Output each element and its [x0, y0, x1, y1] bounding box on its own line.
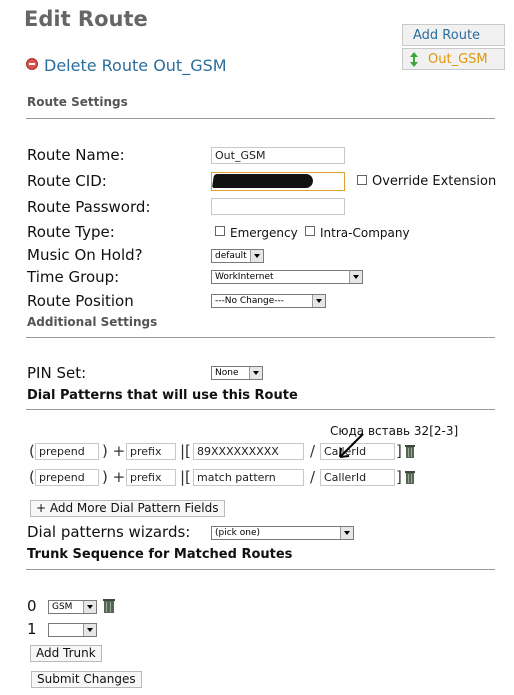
emergency-label: Emergency — [230, 226, 298, 240]
section-additional-settings: Additional Settings — [27, 315, 158, 329]
chevron-down-icon — [83, 624, 96, 636]
time-group-value: WorkInternet — [215, 272, 274, 282]
prepend-input[interactable] — [35, 469, 99, 486]
trunk-select[interactable]: GSM — [48, 600, 97, 614]
prepend-input[interactable] — [35, 443, 99, 460]
pin-set-value: None — [215, 368, 239, 378]
route-password-input[interactable] — [211, 198, 345, 215]
dial-patterns-wizard-select[interactable]: (pick one) — [211, 526, 354, 540]
divider — [26, 118, 495, 119]
pattern-separator: |[ — [180, 442, 191, 460]
prefix-input[interactable] — [126, 443, 176, 460]
time-group-select[interactable]: WorkInternet — [211, 270, 363, 284]
trunk-index: 1 — [27, 620, 37, 638]
route-name-input[interactable] — [211, 147, 345, 164]
add-route-link[interactable]: Add Route — [402, 24, 505, 46]
add-route-label: Add Route — [413, 28, 481, 43]
callerid-input[interactable] — [320, 469, 395, 486]
delete-route-link[interactable]: Delete Route Out_GSM — [26, 56, 227, 75]
pattern-open-paren: ( — [29, 442, 35, 460]
route-password-label: Route Password: — [27, 198, 151, 216]
chevron-down-icon — [349, 271, 362, 283]
divider — [26, 409, 495, 410]
route-list-item-label: Out_GSM — [428, 52, 488, 67]
chevron-down-icon — [250, 250, 263, 262]
trunk-select[interactable] — [48, 623, 97, 637]
route-position-value: ---No Change--- — [215, 296, 285, 306]
route-list-item-out-gsm[interactable]: Out_GSM — [402, 48, 505, 70]
music-on-hold-label: Music On Hold? — [27, 246, 143, 264]
delete-icon — [26, 58, 38, 70]
pin-set-label: PIN Set: — [27, 364, 87, 382]
music-on-hold-select[interactable]: default — [211, 249, 264, 263]
pattern-separator: |[ — [180, 468, 191, 486]
intra-company-label: Intra-Company — [320, 226, 410, 240]
chevron-down-icon — [249, 367, 262, 379]
override-extension-checkbox[interactable] — [357, 175, 367, 185]
pattern-slash: / — [310, 468, 316, 486]
route-type-label: Route Type: — [27, 223, 115, 241]
pattern-close: ] — [396, 442, 402, 460]
intra-company-checkbox[interactable] — [305, 226, 315, 236]
trash-icon[interactable] — [404, 443, 416, 458]
match-pattern-input[interactable] — [193, 443, 304, 460]
redacted-scribble — [212, 174, 314, 188]
section-route-settings: Route Settings — [27, 95, 128, 109]
trash-icon[interactable] — [102, 598, 115, 613]
trash-icon[interactable] — [404, 469, 416, 484]
chevron-down-icon — [340, 527, 353, 539]
route-position-label: Route Position — [27, 292, 134, 310]
chevron-down-icon — [312, 295, 325, 307]
trunk-index: 0 — [27, 597, 37, 615]
dial-patterns-wizard-value: (pick one) — [215, 528, 261, 538]
pattern-plus: ) + — [102, 442, 126, 460]
prefix-input[interactable] — [126, 469, 176, 486]
pattern-open-paren: ( — [29, 468, 35, 486]
time-group-label: Time Group: — [27, 268, 120, 286]
divider — [26, 337, 495, 338]
page-title: Edit Route — [24, 7, 148, 31]
submit-changes-button[interactable]: Submit Changes — [31, 671, 142, 688]
route-cid-label: Route CID: — [27, 172, 107, 190]
sort-arrows-icon — [410, 52, 418, 67]
match-pattern-input[interactable] — [193, 469, 304, 486]
trunk-value: GSM — [52, 602, 73, 612]
pattern-slash: / — [310, 442, 316, 460]
music-on-hold-value: default — [215, 251, 247, 261]
delete-route-label: Delete Route Out_GSM — [44, 56, 227, 75]
route-position-select[interactable]: ---No Change--- — [211, 294, 326, 308]
pattern-close: ] — [396, 468, 402, 486]
divider — [26, 569, 495, 570]
add-trunk-button[interactable]: Add Trunk — [30, 645, 102, 662]
arrow-annotation-icon — [336, 432, 366, 460]
route-name-label: Route Name: — [27, 146, 125, 164]
pin-set-select[interactable]: None — [211, 366, 263, 380]
chevron-down-icon — [83, 601, 96, 613]
add-more-dial-pattern-button[interactable]: + Add More Dial Pattern Fields — [30, 500, 225, 517]
dial-patterns-wizard-label: Dial patterns wizards: — [27, 523, 191, 541]
section-trunk-sequence: Trunk Sequence for Matched Routes — [27, 547, 293, 562]
override-extension-label: Override Extension — [372, 174, 497, 189]
pattern-plus: ) + — [102, 468, 126, 486]
emergency-checkbox[interactable] — [215, 226, 225, 236]
section-dial-patterns: Dial Patterns that will use this Route — [27, 388, 298, 403]
